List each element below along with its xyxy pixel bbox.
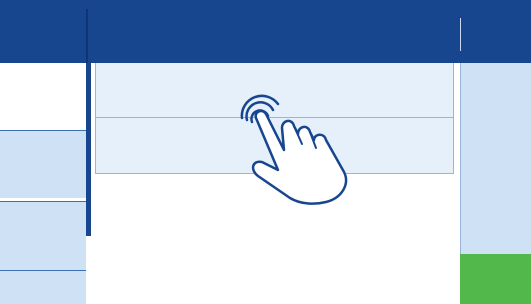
header-bar <box>0 0 531 63</box>
sidebar-item-4[interactable] <box>0 270 86 304</box>
sidebar-item-1[interactable] <box>0 63 86 130</box>
sidebar-item-2[interactable] <box>0 130 86 198</box>
action-button-green[interactable] <box>460 254 531 304</box>
header-divider-left <box>86 9 88 63</box>
sidebar <box>0 63 86 304</box>
right-panel[interactable] <box>460 63 531 254</box>
header-divider-right <box>460 18 461 51</box>
app-window <box>0 0 531 304</box>
hand-tap-icon <box>240 94 348 205</box>
sidebar-item-3[interactable] <box>0 201 86 270</box>
